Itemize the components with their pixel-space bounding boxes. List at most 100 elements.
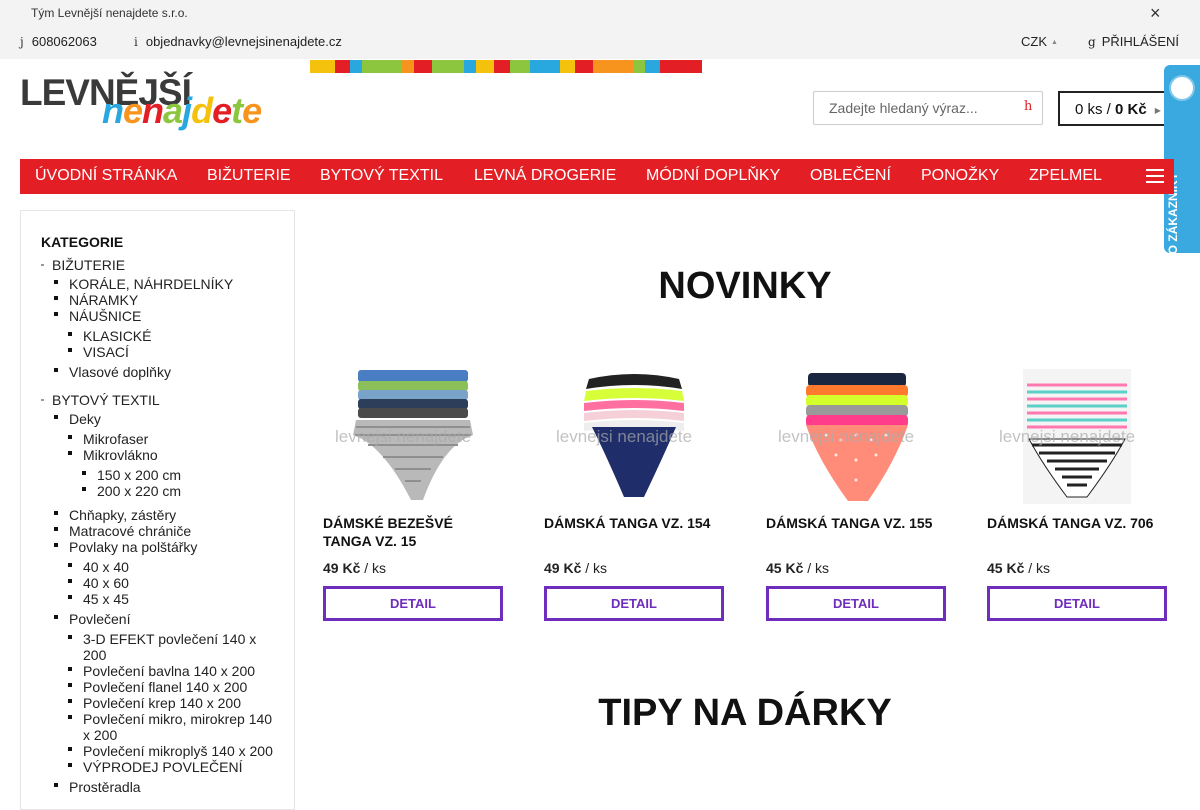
chevron-down-icon: ▲: [1051, 39, 1058, 47]
price-value: 49 Kč: [323, 560, 361, 576]
price-value: 49 Kč: [544, 560, 582, 576]
top-bar: Tým Levnější nenajdete s.r.o. × j 6080620…: [0, 0, 1200, 59]
sidebar-item[interactable]: 40 x 40: [83, 559, 129, 575]
stripe-segment: [310, 60, 335, 73]
price-unit: / ks: [581, 560, 608, 576]
sidebar-item[interactable]: Chňapky, zástěry: [69, 507, 176, 523]
product-name[interactable]: DÁMSKÁ TANGA VZ. 155: [766, 514, 946, 532]
nav-item-bytovy-textil[interactable]: BYTOVÝ TEXTIL: [320, 167, 443, 185]
sidebar-item[interactable]: Mikrovlákno: [83, 447, 158, 463]
search-box: h: [813, 91, 1043, 125]
sidebar-item[interactable]: BYTOVÝ TEXTIL: [52, 392, 160, 408]
sidebar-item[interactable]: BIŽUTERIE: [52, 257, 125, 273]
stripe-segment: [350, 60, 362, 73]
sidebar-item[interactable]: Mikrofaser: [83, 431, 148, 447]
sidebar-item[interactable]: NÁRAMKY: [69, 292, 138, 308]
sidebar-item[interactable]: Vlasové doplňky: [69, 364, 171, 380]
phone-number: 608062063: [31, 34, 97, 49]
stripe-segment: [593, 60, 633, 73]
sidebar-item[interactable]: 3-D EFEKT povlečení 140 x 200: [83, 631, 278, 663]
cart-separator: /: [1102, 101, 1116, 118]
menu-icon[interactable]: [1146, 169, 1164, 183]
sidebar-item[interactable]: Matracové chrániče: [69, 523, 191, 539]
site-logo[interactable]: LEVNĚJŠÍ nenajdete: [20, 72, 262, 146]
sidebar-title: KATEGORIE: [41, 234, 124, 250]
cart-total: 0 Kč: [1115, 101, 1147, 118]
nav-item-drogerie[interactable]: LEVNÁ DROGERIE: [474, 167, 616, 185]
sidebar-item[interactable]: Povlečení bavlna 140 x 200: [83, 663, 255, 679]
stripe-segment: [464, 60, 476, 73]
product-name[interactable]: DÁMSKÁ TANGA VZ. 706: [987, 514, 1167, 532]
company-name: Tým Levnější nenajdete s.r.o.: [31, 6, 188, 20]
sidebar-item[interactable]: Povlečení mikroplyš 140 x 200: [83, 743, 273, 759]
sidebar-item[interactable]: 45 x 45: [83, 591, 129, 607]
sidebar-item[interactable]: 150 x 200 cm: [97, 467, 181, 483]
sidebar-item[interactable]: Deky: [69, 411, 101, 427]
watermark: levnejsi nenajdete: [999, 427, 1136, 446]
stripe-segment: [362, 60, 402, 73]
user-icon: g: [1088, 35, 1096, 49]
stripe-segment: [633, 60, 645, 73]
email-contact[interactable]: i objednavky@levnejsinenajdete.cz: [134, 34, 342, 49]
sidebar-item[interactable]: 200 x 220 cm: [97, 483, 181, 499]
sidebar-item[interactable]: VISACÍ: [83, 344, 129, 360]
main-nav: ÚVODNÍ STRÁNKA BIŽUTERIE BYTOVÝ TEXTIL L…: [20, 159, 1174, 194]
sidebar-item[interactable]: Povlečení: [69, 611, 130, 627]
badge-label: OVĚŘENO ZÁKAZNÍKY: [1166, 172, 1180, 305]
product-name[interactable]: DÁMSKÉ BEZEŠVÉ TANGA VZ. 15: [323, 514, 503, 550]
product-price: 49 Kč / ks: [544, 560, 607, 576]
sidebar-item[interactable]: KORÁLE, NÁHRDELNÍKY: [69, 276, 233, 292]
stripe-segment: [560, 60, 575, 73]
nav-item-home[interactable]: ÚVODNÍ STRÁNKA: [35, 167, 177, 185]
product-price: 45 Kč / ks: [987, 560, 1050, 576]
currency-select[interactable]: CZK ▲: [1021, 34, 1058, 49]
close-icon[interactable]: ×: [1150, 3, 1161, 24]
sidebar-item[interactable]: Povlaky na polštářky: [69, 539, 197, 555]
stripe-segment: [335, 60, 350, 73]
email-icon: i: [134, 35, 138, 49]
stripe-segment: [510, 60, 530, 73]
detail-button[interactable]: DETAIL: [987, 586, 1167, 621]
stripe-segment: [432, 60, 464, 73]
sidebar-item[interactable]: Povlečení flanel 140 x 200: [83, 679, 247, 695]
nav-item-zpelmel[interactable]: ZPELMEL: [1029, 167, 1102, 185]
sidebar-item[interactable]: 40 x 60: [83, 575, 129, 591]
color-stripe: [310, 60, 805, 73]
nav-item-obleceni[interactable]: OBLEČENÍ: [810, 167, 891, 185]
section-title-gifts: TIPY NA DÁRKY: [598, 692, 892, 734]
nav-item-bizuterie[interactable]: BIŽUTERIE: [207, 167, 291, 185]
search-input[interactable]: [814, 92, 1014, 124]
watermark: levnejsi nenajdete: [778, 427, 915, 446]
seal-icon: [1169, 75, 1195, 101]
sidebar-item[interactable]: KLASICKÉ: [83, 328, 151, 344]
detail-button[interactable]: DETAIL: [766, 586, 946, 621]
stripe-segment: [645, 60, 660, 73]
sidebar-item[interactable]: VÝPRODEJ POVLEČENÍ: [83, 759, 243, 775]
stripe-segment: [476, 60, 494, 73]
cart-summary[interactable]: 0 ks / 0 Kč ▶: [1058, 91, 1178, 126]
sidebar-item[interactable]: Povlečení mikro, mirokrep 140 x 200: [83, 711, 278, 743]
sidebar-item[interactable]: NÁUŠNICE: [69, 308, 141, 324]
search-icon[interactable]: h: [1024, 99, 1032, 114]
phone-contact[interactable]: j 608062063: [20, 34, 97, 49]
detail-button[interactable]: DETAIL: [323, 586, 503, 621]
stripe-segment: [575, 60, 593, 73]
sidebar-item[interactable]: Prostěradla: [69, 779, 141, 795]
stripe-segment: [402, 60, 414, 73]
nav-item-modni-doplnky[interactable]: MÓDNÍ DOPLŇKY: [646, 167, 780, 185]
stripe-segment: [530, 60, 560, 73]
product-name[interactable]: DÁMSKÁ TANGA VZ. 154: [544, 514, 724, 532]
price-value: 45 Kč: [766, 560, 804, 576]
detail-button[interactable]: DETAIL: [544, 586, 724, 621]
price-unit: / ks: [1024, 560, 1051, 576]
price-unit: / ks: [360, 560, 387, 576]
cart-count: 0 ks: [1075, 101, 1103, 118]
category-sidebar: KATEGORIE BIŽUTERIE KORÁLE, NÁHRDELNÍKY …: [20, 210, 295, 810]
stripe-segment: [414, 60, 432, 73]
stripe-segment: [494, 60, 510, 73]
product-price: 45 Kč / ks: [766, 560, 829, 576]
sidebar-item[interactable]: Povlečení krep 140 x 200: [83, 695, 241, 711]
login-link[interactable]: g PŘIHLÁŠENÍ: [1088, 34, 1179, 49]
nav-item-ponozky[interactable]: PONOŽKY: [921, 167, 999, 185]
watermark: levnejsi nenajdete: [556, 427, 693, 446]
